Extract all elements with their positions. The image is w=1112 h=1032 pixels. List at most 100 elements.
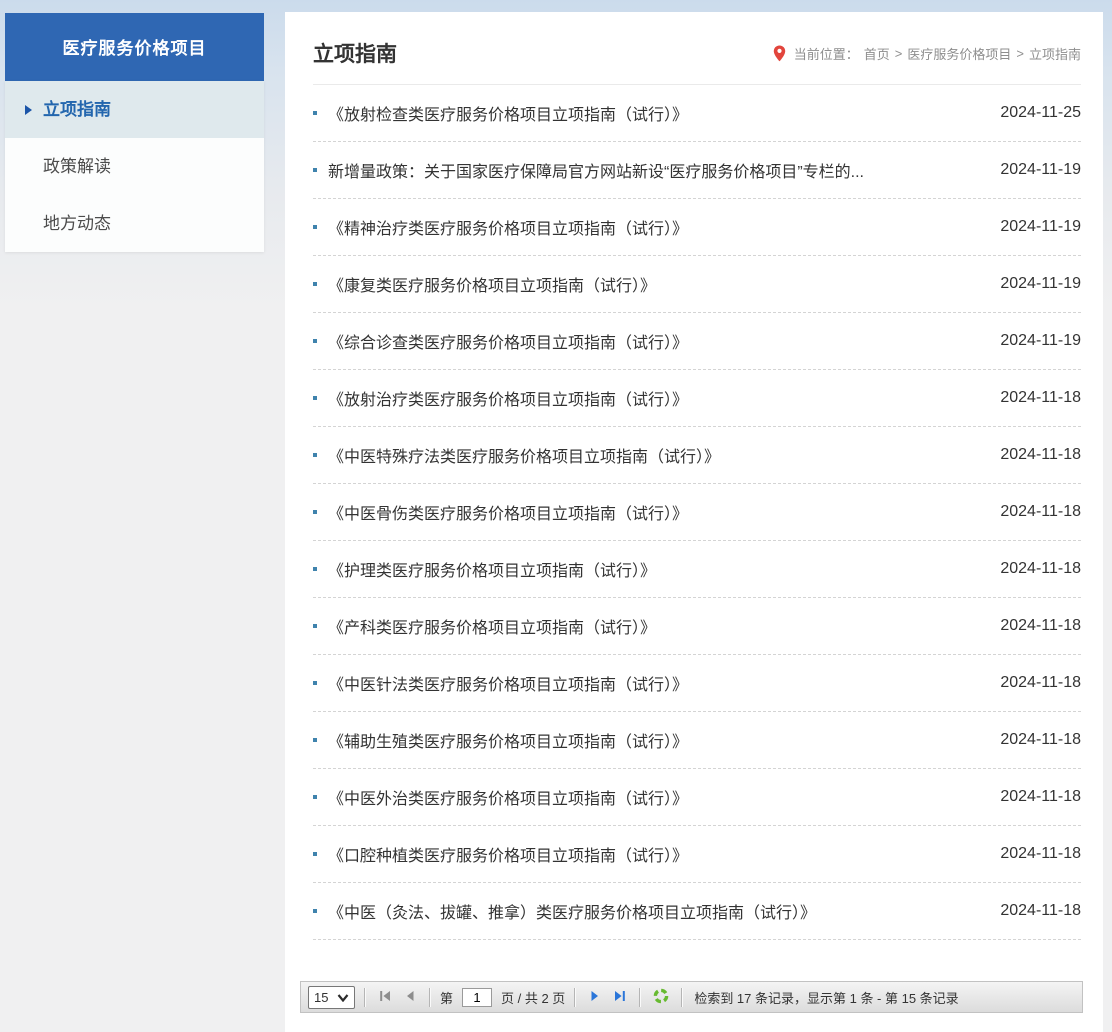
page-size-select[interactable]: 15 bbox=[308, 985, 355, 1009]
panel-header: 立项指南 当前位置： 首页 > 医疗服务价格项目 > 立项指南 bbox=[285, 12, 1103, 84]
list-item: 新增量政策：关于国家医疗保障局官方网站新设“医疗服务价格项目”专栏的... 20… bbox=[313, 142, 1081, 199]
bullet-icon bbox=[313, 909, 317, 913]
breadcrumb-section[interactable]: 医疗服务价格项目 bbox=[907, 44, 1011, 63]
pager-divider bbox=[574, 987, 577, 1007]
pager-divider bbox=[681, 987, 684, 1007]
list-item: 《综合诊查类医疗服务价格项目立项指南（试行）》 2024-11-19 bbox=[313, 313, 1081, 370]
sidebar-item-label: 立项指南 bbox=[43, 100, 111, 119]
list-item: 《精神治疗类医疗服务价格项目立项指南（试行）》 2024-11-19 bbox=[313, 199, 1081, 256]
article-date: 2024-11-18 bbox=[1000, 674, 1081, 691]
sidebar-title: 医疗服务价格项目 bbox=[5, 13, 264, 81]
sidebar-item-zhengce-jiedu[interactable]: 政策解读 bbox=[5, 138, 264, 195]
list-item: 《中医针法类医疗服务价格项目立项指南（试行）》 2024-11-18 bbox=[313, 655, 1081, 712]
pager-summary: 检索到 17 条记录，显示第 1 条 - 第 15 条记录 bbox=[694, 990, 959, 1006]
article-date: 2024-11-18 bbox=[1000, 446, 1081, 463]
article-link[interactable]: 《中医外治类医疗服务价格项目立项指南（试行）》 bbox=[328, 785, 976, 809]
breadcrumb-prefix: 当前位置： bbox=[793, 46, 859, 62]
article-link[interactable]: 《中医针法类医疗服务价格项目立项指南（试行）》 bbox=[328, 671, 976, 695]
news-list: 《放射检查类医疗服务价格项目立项指南（试行）》 2024-11-25 新增量政策… bbox=[313, 85, 1081, 940]
first-page-icon bbox=[378, 989, 392, 1006]
bullet-icon bbox=[313, 510, 317, 514]
list-item: 《中医骨伤类医疗服务价格项目立项指南（试行）》 2024-11-18 bbox=[313, 484, 1081, 541]
article-link[interactable]: 《康复类医疗服务价格项目立项指南（试行）》 bbox=[328, 272, 976, 296]
article-link[interactable]: 《辅助生殖类医疗服务价格项目立项指南（试行）》 bbox=[328, 728, 976, 752]
article-date: 2024-11-18 bbox=[1000, 560, 1081, 577]
bullet-icon bbox=[313, 624, 317, 628]
refresh-button[interactable] bbox=[650, 986, 672, 1009]
sidebar-menu: 立项指南 政策解读 地方动态 bbox=[5, 81, 264, 252]
last-page-icon bbox=[613, 989, 627, 1006]
breadcrumb-current: 立项指南 bbox=[1028, 46, 1081, 62]
bullet-icon bbox=[313, 225, 317, 229]
article-link[interactable]: 《综合诊查类医疗服务价格项目立项指南（试行）》 bbox=[328, 329, 976, 353]
sidebar: 医疗服务价格项目 立项指南 政策解读 地方动态 bbox=[5, 13, 264, 252]
article-link[interactable]: 《放射治疗类医疗服务价格项目立项指南（试行）》 bbox=[328, 386, 976, 410]
bullet-icon bbox=[313, 282, 317, 286]
list-item: 《辅助生殖类医疗服务价格项目立项指南（试行）》 2024-11-18 bbox=[313, 712, 1081, 769]
breadcrumb-home[interactable]: 首页 bbox=[864, 44, 890, 63]
prev-page-button[interactable] bbox=[400, 987, 420, 1008]
article-link[interactable]: 《护理类医疗服务价格项目立项指南（试行）》 bbox=[328, 557, 976, 581]
breadcrumb-separator: > bbox=[1016, 45, 1024, 61]
article-date: 2024-11-18 bbox=[1000, 845, 1081, 862]
refresh-icon bbox=[653, 988, 669, 1007]
article-link[interactable]: 《中医骨伤类医疗服务价格项目立项指南（试行）》 bbox=[328, 500, 976, 524]
list-item: 《护理类医疗服务价格项目立项指南（试行）》 2024-11-18 bbox=[313, 541, 1081, 598]
next-page-button[interactable] bbox=[585, 987, 605, 1008]
list-item: 《放射检查类医疗服务价格项目立项指南（试行）》 2024-11-25 bbox=[313, 85, 1081, 142]
sidebar-item-lixiang-zhinan[interactable]: 立项指南 bbox=[5, 81, 264, 138]
next-page-icon bbox=[588, 989, 602, 1006]
list-item: 《中医特殊疗法类医疗服务价格项目立项指南（试行）》 2024-11-18 bbox=[313, 427, 1081, 484]
last-page-button[interactable] bbox=[610, 987, 630, 1008]
article-link[interactable]: 《放射检查类医疗服务价格项目立项指南（试行）》 bbox=[328, 101, 976, 125]
bullet-icon bbox=[313, 111, 317, 115]
breadcrumb: 当前位置： 首页 > 医疗服务价格项目 > 立项指南 bbox=[773, 44, 1081, 63]
page-title: 立项指南 bbox=[313, 43, 397, 66]
list-item: 《中医（灸法、拔罐、推拿）类医疗服务价格项目立项指南（试行）》 2024-11-… bbox=[313, 883, 1081, 940]
article-date: 2024-11-25 bbox=[1000, 104, 1081, 121]
page-background: 医疗服务价格项目 立项指南 政策解读 地方动态 立项指南 当前位置： 首页 > … bbox=[0, 0, 1112, 1032]
page-label-suffix: 页 / 共 2 页 bbox=[501, 990, 566, 1006]
article-link[interactable]: 《中医（灸法、拔罐、推拿）类医疗服务价格项目立项指南（试行）》 bbox=[328, 899, 976, 923]
list-item: 《放射治疗类医疗服务价格项目立项指南（试行）》 2024-11-18 bbox=[313, 370, 1081, 427]
list-item: 《中医外治类医疗服务价格项目立项指南（试行）》 2024-11-18 bbox=[313, 769, 1081, 826]
bullet-icon bbox=[313, 453, 317, 457]
page-size-value: 15 bbox=[314, 989, 329, 1005]
article-date: 2024-11-19 bbox=[1000, 218, 1081, 235]
article-date: 2024-11-19 bbox=[1000, 332, 1081, 349]
list-item: 《康复类医疗服务价格项目立项指南（试行）》 2024-11-19 bbox=[313, 256, 1081, 313]
prev-page-icon bbox=[403, 989, 417, 1006]
list-item: 《产科类医疗服务价格项目立项指南（试行）》 2024-11-18 bbox=[313, 598, 1081, 655]
article-date: 2024-11-19 bbox=[1000, 161, 1081, 178]
bullet-icon bbox=[313, 168, 317, 172]
article-link[interactable]: 《精神治疗类医疗服务价格项目立项指南（试行）》 bbox=[328, 215, 976, 239]
article-date: 2024-11-18 bbox=[1000, 731, 1081, 748]
article-date: 2024-11-18 bbox=[1000, 788, 1081, 805]
bullet-icon bbox=[313, 396, 317, 400]
breadcrumb-separator: > bbox=[894, 45, 903, 61]
article-date: 2024-11-18 bbox=[1000, 389, 1081, 406]
bullet-icon bbox=[313, 681, 317, 685]
page-label-prefix: 第 bbox=[440, 990, 454, 1006]
bullet-icon bbox=[313, 795, 317, 799]
bullet-icon bbox=[313, 339, 317, 343]
content-panel: 立项指南 当前位置： 首页 > 医疗服务价格项目 > 立项指南 《放射检查类医疗… bbox=[285, 12, 1103, 1032]
bullet-icon bbox=[313, 738, 317, 742]
article-link[interactable]: 新增量政策：关于国家医疗保障局官方网站新设“医疗服务价格项目”专栏的... bbox=[328, 158, 976, 182]
location-pin-icon bbox=[773, 45, 786, 62]
first-page-button[interactable] bbox=[375, 987, 395, 1008]
sidebar-item-label: 政策解读 bbox=[43, 157, 111, 176]
article-link[interactable]: 《产科类医疗服务价格项目立项指南（试行）》 bbox=[328, 614, 976, 638]
article-date: 2024-11-19 bbox=[1000, 275, 1081, 292]
pagination-bar: 15 第 1 页 / 共 2 页 检索到 17 条记录，显示第 1 条 - 第 … bbox=[300, 981, 1083, 1013]
bullet-icon bbox=[313, 567, 317, 571]
page-number-input[interactable] bbox=[462, 987, 493, 1007]
sidebar-item-difang-dongtai[interactable]: 地方动态 bbox=[5, 195, 264, 252]
article-link[interactable]: 《口腔种植类医疗服务价格项目立项指南（试行）》 bbox=[328, 842, 976, 866]
article-date: 2024-11-18 bbox=[1000, 617, 1081, 634]
sidebar-item-label: 地方动态 bbox=[43, 214, 111, 233]
pager-divider bbox=[639, 987, 642, 1007]
article-link[interactable]: 《中医特殊疗法类医疗服务价格项目立项指南（试行）》 bbox=[328, 443, 976, 467]
chevron-down-icon bbox=[337, 990, 349, 1005]
pager-divider bbox=[429, 987, 431, 1007]
